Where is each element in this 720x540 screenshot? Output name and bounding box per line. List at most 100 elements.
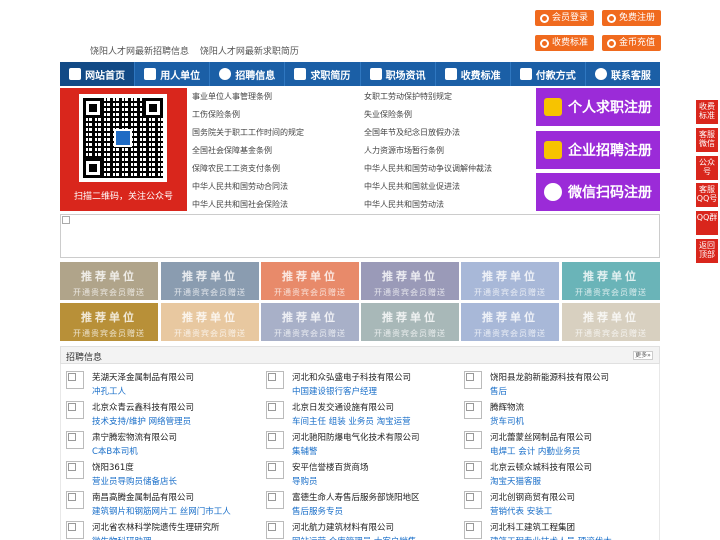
recommend-slot[interactable]: 推荐单位 开通贵宾会员赠送	[361, 303, 459, 341]
company-name[interactable]: 腾辉物流	[490, 401, 524, 413]
nav-service[interactable]: 联系客服	[586, 62, 660, 86]
recharge-button[interactable]: 金币充值	[602, 35, 662, 51]
company-name[interactable]: 饶阳县龙韵新能源科技有限公司	[490, 371, 609, 383]
job-item[interactable]: 河北科工建筑工程集团建筑工程专业技术人员 硬滚伐木	[459, 516, 649, 540]
side-qq[interactable]: 客服QQ号	[696, 183, 718, 207]
side-back-to-top[interactable]: 返回顶部	[696, 239, 718, 263]
job-item[interactable]: 北京云顿众城科技有限公司 淘宝天猫客服	[459, 456, 649, 488]
company-logo[interactable]	[266, 431, 284, 449]
recommend-slot[interactable]: 推荐单位 开通贵宾会员赠送	[461, 262, 559, 300]
company-name[interactable]: 河北省农林科学院遗传生理研究所	[92, 521, 220, 533]
nav-payment[interactable]: 付款方式	[511, 62, 586, 86]
law-link[interactable]: 国务院关于职工工作时间的规定	[192, 127, 304, 138]
company-logo[interactable]	[266, 371, 284, 389]
job-item[interactable]: 河北驰阳防爆电气化技术有限公司 集辅警	[261, 426, 451, 458]
pricing-button[interactable]: 收费标准	[535, 35, 595, 51]
job-item[interactable]: 饶阳361度 营业员导购员储备店长	[61, 456, 251, 488]
law-link[interactable]: 全国社会保障基金条例	[192, 145, 272, 156]
law-link[interactable]: 女职工劳动保护特别规定	[364, 91, 452, 102]
law-link[interactable]: 中华人民共和国劳动合同法	[192, 181, 288, 192]
company-name[interactable]: 河北科工建筑工程集团	[490, 521, 575, 533]
job-positions[interactable]: 建筑工程专业技术人员 硬滚伐木	[490, 535, 612, 540]
company-register-button[interactable]: 企业招聘注册	[536, 131, 660, 169]
job-item[interactable]: 富德生命人寿售后服务部饶阳地区 售后服务专员	[261, 486, 451, 518]
side-qq-group[interactable]: QQ群	[696, 211, 718, 235]
job-positions[interactable]: 微生物科研助理	[92, 535, 152, 540]
company-name[interactable]: 肃宁腾宏物流有限公司	[92, 431, 177, 443]
company-logo[interactable]	[66, 461, 84, 479]
law-link[interactable]: 失业保险条例	[364, 109, 412, 120]
company-name[interactable]: 河北和众弘盛电子科技有限公司	[292, 371, 411, 383]
law-link[interactable]: 中华人民共和国劳动争议调解仲裁法	[364, 163, 492, 174]
latest-resumes-link[interactable]: 饶阳人才网最新求职简历	[200, 47, 299, 57]
job-item[interactable]: 肃宁腾宏物流有限公司 C本B本司机	[61, 426, 251, 458]
company-logo[interactable]	[266, 491, 284, 509]
company-logo[interactable]	[464, 401, 482, 419]
side-pricing[interactable]: 收费标准	[696, 100, 718, 124]
nav-home[interactable]: 网站首页	[60, 62, 136, 86]
company-name[interactable]: 北京日发交通设施有限公司	[292, 401, 394, 413]
company-name[interactable]: 芜湖天泽金属制品有限公司	[92, 371, 194, 383]
company-name[interactable]: 富德生命人寿售后服务部饶阳地区	[292, 491, 420, 503]
job-item[interactable]: 河北和众弘盛电子科技有限公司 中国建设银行客户经理	[261, 366, 451, 398]
job-item[interactable]: 北京日发交通设施有限公司 车间主任 组装 业务员 淘宝运营	[261, 396, 451, 428]
recommend-slot[interactable]: 推荐单位 开通贵宾会员赠送	[261, 303, 359, 341]
login-button[interactable]: 会员登录	[535, 10, 595, 26]
recommend-slot[interactable]: 推荐单位 开通贵宾会员赠送	[161, 303, 259, 341]
wechat-register-button[interactable]: 微信扫码注册	[536, 173, 660, 211]
job-item[interactable]: 河北蕾蒙丝网制品有限公司 电焊工 会计 内勤业务员	[459, 426, 649, 458]
job-item[interactable]: 河北航力建筑材料有限公司网站运营 仓库管理员 大客户销售	[261, 516, 451, 540]
job-item[interactable]: 河北省农林科学院遗传生理研究所微生物科研助理	[61, 516, 251, 540]
law-link[interactable]: 全国年节及纪念日放假办法	[364, 127, 460, 138]
company-logo[interactable]	[66, 401, 84, 419]
company-logo[interactable]	[464, 491, 482, 509]
job-item[interactable]: 北京众青云鑫科技有限公司 技术支持/维护 网络管理员	[61, 396, 251, 428]
law-link[interactable]: 事业单位人事管理条例	[192, 91, 272, 102]
job-item[interactable]: 安平信誉楼百货商场 导购员	[261, 456, 451, 488]
law-link[interactable]: 保障农民工工资支付条例	[192, 163, 280, 174]
side-official-account[interactable]: 公众号	[696, 156, 718, 180]
ad-banner[interactable]	[60, 214, 660, 258]
recommend-slot[interactable]: 推荐单位 开通贵宾会员赠送	[361, 262, 459, 300]
company-name[interactable]: 安平信誉楼百货商场	[292, 461, 369, 473]
side-wechat[interactable]: 客服微信	[696, 128, 718, 152]
job-item[interactable]: 腾辉物流 货车司机	[459, 396, 649, 428]
recommend-slot[interactable]: 推荐单位 开通贵宾会员赠送	[562, 303, 660, 341]
job-positions[interactable]: 网站运营 仓库管理员 大客户销售	[292, 535, 416, 540]
nav-jobs[interactable]: 招聘信息	[210, 62, 286, 86]
company-logo[interactable]	[266, 401, 284, 419]
nav-resumes[interactable]: 求职简历	[285, 62, 361, 86]
company-name[interactable]: 河北航力建筑材料有限公司	[292, 521, 394, 533]
nav-news[interactable]: 职场资讯	[361, 62, 436, 86]
company-name[interactable]: 河北蕾蒙丝网制品有限公司	[490, 431, 592, 443]
company-logo[interactable]	[464, 461, 482, 479]
law-link[interactable]: 中华人民共和国就业促进法	[364, 181, 460, 192]
recommend-slot[interactable]: 推荐单位 开通贵宾会员赠送	[161, 262, 259, 300]
recommend-slot[interactable]: 推荐单位 开通贵宾会员赠送	[562, 262, 660, 300]
more-button[interactable]: 更多»	[633, 351, 653, 360]
law-link[interactable]: 中华人民共和国社会保险法	[192, 199, 288, 210]
company-logo[interactable]	[66, 431, 84, 449]
latest-jobs-link[interactable]: 饶阳人才网最新招聘信息	[90, 47, 189, 57]
company-logo[interactable]	[464, 431, 482, 449]
register-button[interactable]: 免费注册	[602, 10, 662, 26]
job-item[interactable]: 南昌高腾金属制品有限公司 建筑钢片和钢筋网片工 丝网门市工人	[61, 486, 251, 518]
company-logo[interactable]	[464, 521, 482, 539]
company-name[interactable]: 北京云顿众城科技有限公司	[490, 461, 592, 473]
law-link[interactable]: 人力资源市场暂行条例	[364, 145, 444, 156]
job-item[interactable]: 饶阳县龙韵新能源科技有限公司 售后	[459, 366, 649, 398]
company-logo[interactable]	[266, 461, 284, 479]
company-logo[interactable]	[266, 521, 284, 539]
job-item[interactable]: 芜湖天泽金属制品有限公司 冲孔工人	[61, 366, 251, 398]
company-logo[interactable]	[66, 521, 84, 539]
company-name[interactable]: 北京众青云鑫科技有限公司	[92, 401, 194, 413]
company-logo[interactable]	[66, 371, 84, 389]
company-logo[interactable]	[66, 491, 84, 509]
law-link[interactable]: 中华人民共和国劳动法	[364, 199, 444, 210]
company-name[interactable]: 南昌高腾金属制品有限公司	[92, 491, 194, 503]
recommend-slot[interactable]: 推荐单位 开通贵宾会员赠送	[261, 262, 359, 300]
company-name[interactable]: 饶阳361度	[92, 461, 134, 473]
personal-register-button[interactable]: 个人求职注册	[536, 88, 660, 126]
nav-employers[interactable]: 用人单位	[135, 62, 211, 86]
company-name[interactable]: 河北创钢商贸有限公司	[490, 491, 575, 503]
